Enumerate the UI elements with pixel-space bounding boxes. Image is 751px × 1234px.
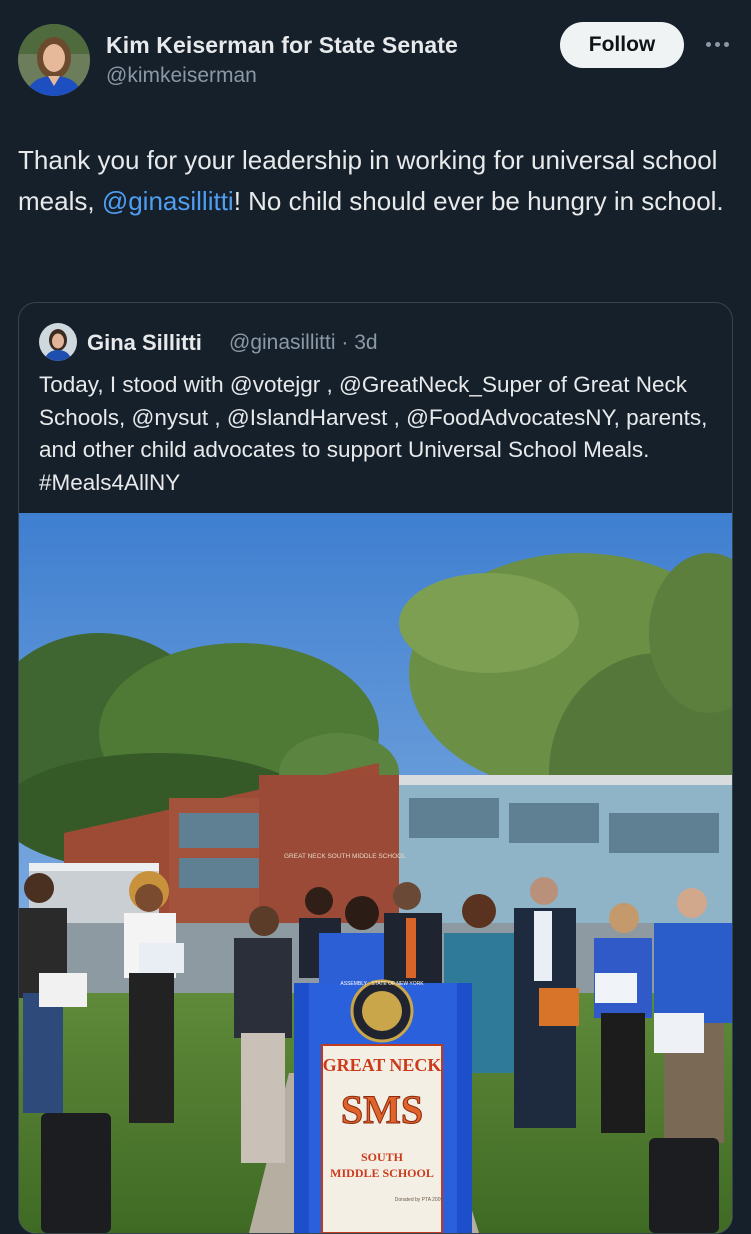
quoted-tweet-photo[interactable]: GREAT NECK SOUTH MIDDLE SCHOOL ASSEMBLY … xyxy=(19,513,732,1233)
follow-button[interactable]: Follow xyxy=(560,22,684,68)
quoted-meta: @ginasillitti · 3d xyxy=(229,331,378,355)
podium: ASSEMBLY · STATE OF NEW YORK GREAT NECK … xyxy=(294,979,472,1233)
podium-sign-line1: GREAT NECK xyxy=(323,1055,442,1075)
author-handle[interactable]: @kimkeiserman xyxy=(106,64,257,88)
quoted-author-name[interactable]: Gina Sillitti xyxy=(87,330,202,356)
podium-sign-logo: SMS xyxy=(341,1087,423,1132)
speaker-right xyxy=(649,1138,719,1233)
quoted-author-handle[interactable]: @ginasillitti xyxy=(229,331,336,354)
more-options-icon[interactable] xyxy=(697,24,737,64)
quoted-timestamp[interactable]: 3d xyxy=(354,331,377,354)
tweet-text-after: ! No child should ever be hungry in scho… xyxy=(233,186,724,216)
podium-donor: Donated by PTA 2009 xyxy=(395,1197,444,1203)
quoted-separator: · xyxy=(341,331,349,354)
quoted-tweet-text: Today, I stood with @votejgr , @GreatNec… xyxy=(39,372,708,495)
podium-sign-line2: SOUTH xyxy=(361,1150,404,1164)
speaker-left xyxy=(41,1113,111,1233)
podium-seal-text: ASSEMBLY · STATE OF NEW YORK xyxy=(340,981,424,987)
quoted-tweet[interactable]: Gina Sillitti @ginasillitti · 3d Today, … xyxy=(18,302,733,1234)
tweet-text: Thank you for your leadership in working… xyxy=(18,140,733,222)
dot xyxy=(705,41,711,47)
quoted-author-avatar[interactable] xyxy=(39,323,77,361)
building-sign: GREAT NECK SOUTH MIDDLE SCHOOL xyxy=(284,853,406,860)
dot xyxy=(723,41,729,47)
dot xyxy=(714,41,720,47)
tweet-mention-link[interactable]: @ginasillitti xyxy=(102,186,234,216)
author-avatar[interactable] xyxy=(18,24,90,96)
tweet-header: Kim Keiserman for State Senate @kimkeise… xyxy=(0,0,751,120)
author-display-name[interactable]: Kim Keiserman for State Senate xyxy=(106,32,458,59)
podium-sign-line3: MIDDLE SCHOOL xyxy=(330,1166,434,1180)
